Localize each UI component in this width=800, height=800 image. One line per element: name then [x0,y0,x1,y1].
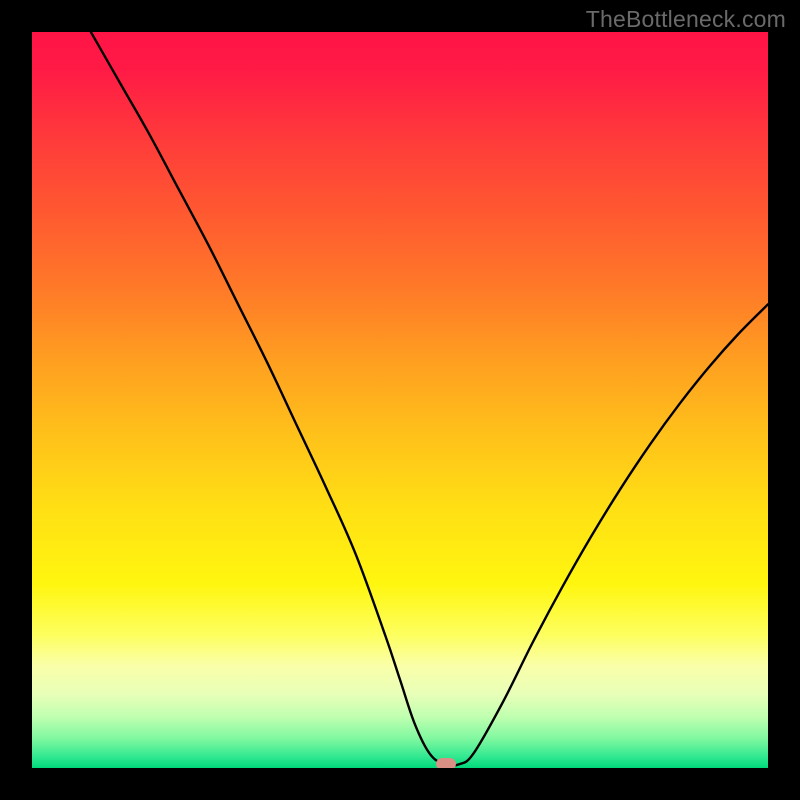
watermark-text: TheBottleneck.com [586,6,786,33]
plot-area [32,32,768,768]
bottleneck-curve [32,32,768,768]
optimal-point-marker [436,758,456,768]
chart-frame: TheBottleneck.com [0,0,800,800]
